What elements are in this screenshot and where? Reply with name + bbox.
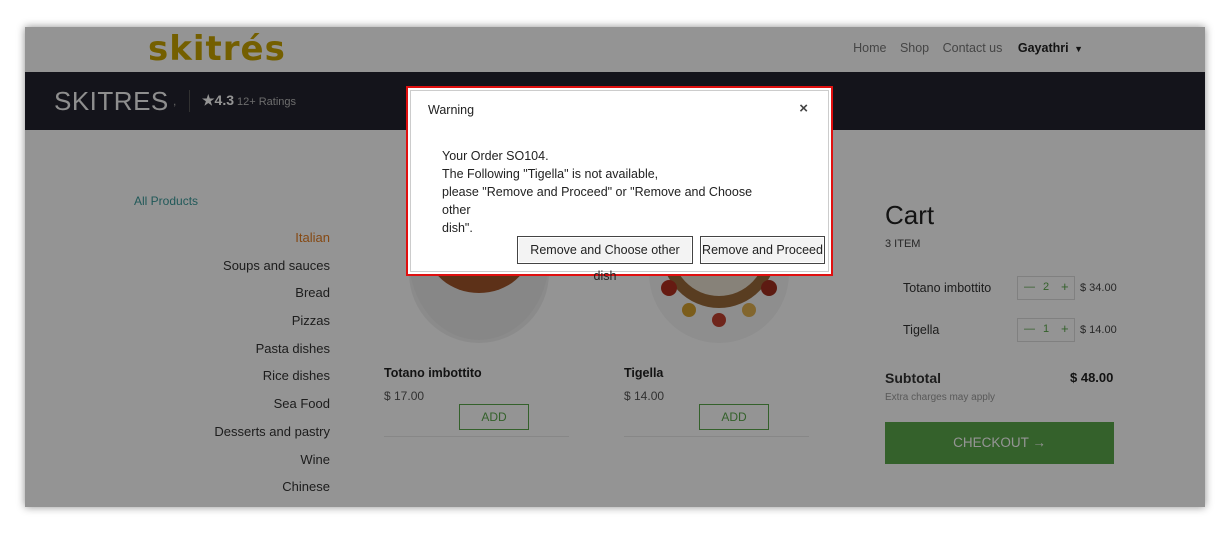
remove-and-choose-button[interactable]: Remove and Choose other dish bbox=[517, 236, 693, 283]
message-line: The Following "Tigella" is not available… bbox=[442, 167, 659, 181]
remove-and-proceed-button[interactable]: Remove and Proceed bbox=[700, 236, 825, 264]
message-line: Your Order SO104. bbox=[442, 149, 549, 163]
close-icon[interactable]: × bbox=[799, 100, 808, 117]
dialog-message: Your Order SO104. The Following "Tigella… bbox=[442, 147, 782, 237]
highlight-outline: Warning × Your Order SO104. The Followin… bbox=[406, 86, 833, 283]
message-line: please "Remove and Proceed" or "Remove a… bbox=[442, 185, 753, 217]
message-line: dish". bbox=[442, 221, 473, 235]
warning-dialog: Warning × Your Order SO104. The Followin… bbox=[410, 90, 829, 283]
dialog-title: Warning bbox=[428, 103, 475, 117]
app-window: skitrés Home Shop Contact us Gayathri ▼ … bbox=[25, 27, 1205, 507]
